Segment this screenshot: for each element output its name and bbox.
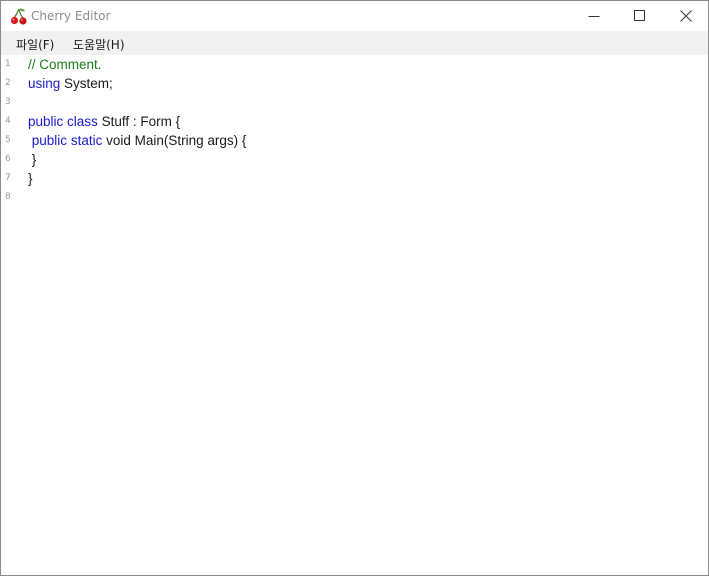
code-line: public class Stuff : Form { [28,114,180,129]
keyword-token: static [70,133,103,148]
keyword-token: using [28,76,61,91]
menu-bar: 파일(F) 도움말(H) [1,31,708,55]
line-number: 8 [5,192,11,202]
code-editor[interactable]: 1 2 3 4 5 6 7 8 // Comment. using System; public … [1,55,708,575]
text-token: } [28,171,33,186]
maximize-icon [634,10,645,21]
line-number: 5 [5,135,11,145]
window-title: Cherry Editor [31,9,111,23]
code-line: public static void Main(String args) { [28,133,247,148]
line-number: 6 [5,154,11,164]
keyword-token: public [31,133,68,148]
keyword-token: public [28,114,64,129]
code-line: using System; [28,76,113,91]
line-number: 4 [5,116,11,126]
close-button[interactable] [663,1,708,31]
line-number: 3 [5,97,11,107]
code-line: } [28,171,33,186]
line-number: 1 [5,59,11,69]
code-line: // Comment. [28,57,102,72]
text-token: Stuff : Form { [97,114,181,129]
editor-window: Cherry Editor 파일(F) 도움말(H) 1 2 3 4 5 6 7 8 // C… [0,0,709,576]
line-number: 7 [5,173,11,183]
keyword-token: class [67,114,98,129]
text-token: void Main(String args) { [102,133,247,148]
code-line: } [28,152,37,167]
close-icon [680,10,692,22]
text-token: System; [60,76,113,91]
minimize-button[interactable] [571,1,617,31]
line-number: 2 [5,78,11,88]
menu-file[interactable]: 파일(F) [16,36,54,53]
maximize-button[interactable] [617,1,663,31]
title-bar[interactable]: Cherry Editor [1,1,708,31]
minimize-icon [588,16,600,17]
comment-token: // Comment. [28,57,102,72]
cherry-icon [10,8,27,25]
menu-help[interactable]: 도움말(H) [73,36,125,53]
text-token: } [28,152,37,167]
